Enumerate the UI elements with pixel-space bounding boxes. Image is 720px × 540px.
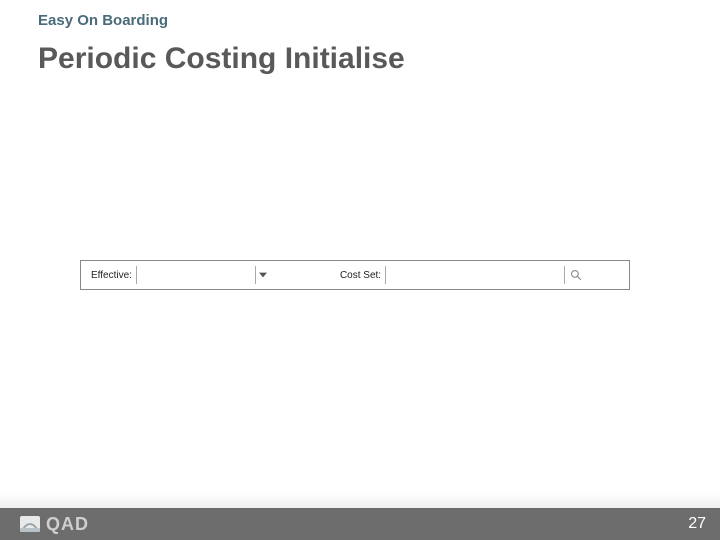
footer-bar: QAD 27 <box>0 508 720 540</box>
chevron-down-icon <box>259 272 267 278</box>
footer: QAD 27 <box>0 492 720 540</box>
costset-lookup-button[interactable] <box>567 266 585 284</box>
costset-label: Cost Set: <box>330 270 385 281</box>
effective-label: Effective: <box>81 270 136 281</box>
effective-field-group: Effective: <box>81 261 270 289</box>
search-icon <box>570 269 582 281</box>
costset-input[interactable] <box>385 266 565 284</box>
logo-mark-icon <box>20 516 40 532</box>
form-panel: Effective: Cost Set: <box>80 260 630 290</box>
footer-gradient <box>0 492 720 508</box>
effective-input[interactable] <box>136 266 256 284</box>
logo-text: QAD <box>46 514 89 535</box>
page-title: Periodic Costing Initialise <box>38 42 405 76</box>
page-number: 27 <box>688 515 706 533</box>
logo: QAD <box>20 514 89 535</box>
effective-dropdown-button[interactable] <box>256 266 270 284</box>
header-subtitle: Easy On Boarding <box>38 12 168 29</box>
slide: Easy On Boarding Periodic Costing Initia… <box>0 0 720 540</box>
costset-field-group: Cost Set: <box>330 261 585 289</box>
